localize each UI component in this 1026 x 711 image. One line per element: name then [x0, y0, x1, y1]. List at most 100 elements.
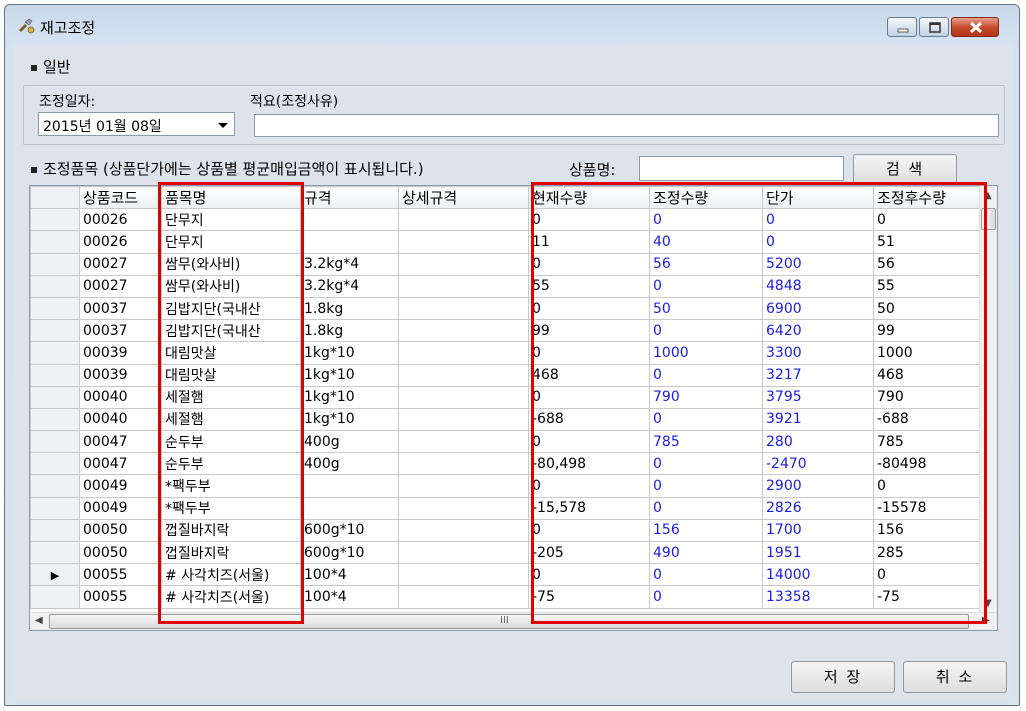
table-cell[interactable]: 0 — [873, 474, 982, 498]
table-cell[interactable]: 3300 — [762, 341, 874, 365]
minimize-button[interactable] — [887, 17, 917, 37]
column-header[interactable]: 규격 — [300, 186, 399, 210]
table-cell[interactable]: 껍질바지락 — [161, 540, 301, 565]
table-cell[interactable] — [398, 496, 529, 520]
table-cell[interactable]: 김밥지단(국내산 — [161, 296, 301, 321]
table-cell[interactable]: 순두부 — [161, 430, 301, 454]
table-row[interactable]: 00040 세절햄 1kg*10 0 790 3795 790 — [30, 385, 982, 409]
table-cell[interactable]: 3795 — [762, 385, 874, 409]
table-cell[interactable]: 1.8kg — [300, 296, 399, 321]
row-indicator[interactable] — [30, 585, 80, 609]
table-cell[interactable]: 0 — [873, 563, 982, 587]
table-cell[interactable]: 14000 — [762, 563, 874, 587]
table-cell[interactable]: 00040 — [79, 407, 162, 432]
memo-input[interactable] — [254, 114, 999, 137]
table-cell[interactable]: 51 — [873, 230, 982, 254]
table-cell[interactable]: 0 — [528, 518, 650, 543]
column-header[interactable]: 상세규격 — [398, 186, 529, 210]
row-indicator[interactable] — [30, 319, 80, 343]
table-cell[interactable]: -205 — [528, 540, 650, 565]
vertical-scrollbar[interactable]: ▲ ▼ — [979, 186, 997, 614]
chevron-down-icon[interactable] — [218, 123, 228, 128]
table-cell[interactable]: 순두부 — [161, 452, 301, 476]
table-row[interactable]: 00027 쌈무(와사비) 3.2kg*4 0 56 5200 56 — [30, 252, 982, 276]
table-cell[interactable]: -80,498 — [528, 452, 650, 476]
table-cell[interactable]: 1.8kg — [300, 319, 399, 343]
table-cell[interactable]: 100*4 — [300, 585, 399, 609]
table-cell[interactable]: 0 — [873, 208, 982, 232]
table-cell[interactable] — [398, 585, 529, 609]
row-indicator[interactable] — [30, 496, 80, 520]
column-header[interactable]: 단가 — [762, 186, 874, 210]
table-cell[interactable]: 0 — [649, 563, 763, 587]
table-cell[interactable] — [398, 540, 529, 565]
table-cell[interactable]: 00050 — [79, 540, 162, 565]
table-cell[interactable]: 0 — [528, 430, 650, 454]
column-header[interactable]: 조정수량 — [649, 186, 763, 210]
table-cell[interactable] — [398, 274, 529, 298]
table-cell[interactable]: 285 — [873, 540, 982, 565]
table-cell[interactable]: 1kg*10 — [300, 407, 399, 432]
table-cell[interactable] — [398, 563, 529, 587]
table-cell[interactable]: 156 — [873, 518, 982, 543]
table-cell[interactable]: 3921 — [762, 407, 874, 432]
table-cell[interactable]: 0 — [649, 496, 763, 520]
table-cell[interactable]: 0 — [649, 208, 763, 232]
maximize-button[interactable] — [919, 17, 949, 37]
table-cell[interactable]: 0 — [762, 208, 874, 232]
date-picker[interactable]: 2015년 01월 08일 — [38, 112, 235, 136]
table-cell[interactable]: *팩두부 — [161, 496, 301, 520]
row-indicator[interactable] — [30, 296, 80, 321]
table-cell[interactable]: 1kg*10 — [300, 363, 399, 387]
table-row[interactable]: 00039 대림맛살 1kg*10 0 1000 3300 1000 — [30, 341, 982, 365]
table-row[interactable]: 00047 순두부 400g -80,498 0 -2470 -80498 — [30, 452, 982, 476]
table-cell[interactable]: 00027 — [79, 274, 162, 298]
table-cell[interactable]: 0 — [528, 385, 650, 409]
table-cell[interactable]: 대림맛살 — [161, 341, 301, 365]
table-cell[interactable]: 1kg*10 — [300, 341, 399, 365]
save-button[interactable]: 저 장 — [791, 661, 895, 693]
table-cell[interactable]: # 사각치즈(서울) — [161, 585, 301, 609]
table-cell[interactable]: 0 — [762, 230, 874, 254]
table-cell[interactable]: 0 — [649, 585, 763, 609]
table-cell[interactable]: 50 — [873, 296, 982, 321]
column-header[interactable]: 상품코드 — [79, 186, 162, 210]
table-cell[interactable]: 김밥지단(국내산 — [161, 319, 301, 343]
table-cell[interactable]: 0 — [528, 208, 650, 232]
table-cell[interactable]: 790 — [873, 385, 982, 409]
table-cell[interactable]: 단무지 — [161, 230, 301, 254]
table-cell[interactable]: 단무지 — [161, 208, 301, 232]
table-row[interactable]: 00039 대림맛살 1kg*10 468 0 3217 468 — [30, 363, 982, 387]
table-cell[interactable]: 00047 — [79, 452, 162, 476]
table-cell[interactable]: 0 — [649, 407, 763, 432]
table-cell[interactable] — [398, 319, 529, 343]
table-cell[interactable]: 400g — [300, 452, 399, 476]
table-row[interactable]: 00047 순두부 400g 0 785 280 785 — [30, 430, 982, 454]
table-row[interactable]: 00026 단무지 0 0 0 0 — [30, 208, 982, 232]
table-cell[interactable]: 11 — [528, 230, 650, 254]
table-cell[interactable]: 4848 — [762, 274, 874, 298]
table-cell[interactable]: 1700 — [762, 518, 874, 543]
table-cell[interactable]: 00047 — [79, 430, 162, 454]
scroll-left-icon[interactable]: ◀ — [35, 615, 43, 626]
table-cell[interactable] — [300, 208, 399, 232]
table-row[interactable]: 00055 # 사각치즈(서울) 100*4 -75 0 13358 -75 — [30, 585, 982, 609]
table-cell[interactable]: 1000 — [873, 341, 982, 365]
table-cell[interactable]: 5200 — [762, 252, 874, 276]
row-indicator[interactable]: ▶ — [30, 563, 80, 587]
column-header[interactable]: 품목명 — [161, 186, 301, 210]
table-cell[interactable]: -688 — [528, 407, 650, 432]
close-button[interactable] — [951, 17, 999, 37]
scroll-down-icon[interactable]: ▼ — [984, 598, 992, 609]
title-bar[interactable]: 재고조정 — [5, 5, 1019, 45]
table-cell[interactable]: # 사각치즈(서울) — [161, 563, 301, 587]
row-indicator[interactable] — [30, 474, 80, 498]
scroll-up-icon[interactable]: ▲ — [984, 190, 992, 201]
row-indicator[interactable] — [30, 341, 80, 365]
table-cell[interactable]: 세절햄 — [161, 407, 301, 432]
table-cell[interactable]: 6420 — [762, 319, 874, 343]
table-cell[interactable]: 6900 — [762, 296, 874, 321]
table-cell[interactable]: 00037 — [79, 319, 162, 343]
table-cell[interactable]: 00050 — [79, 518, 162, 543]
table-row[interactable]: 00037 김밥지단(국내산 1.8kg 0 50 6900 50 — [30, 296, 982, 321]
